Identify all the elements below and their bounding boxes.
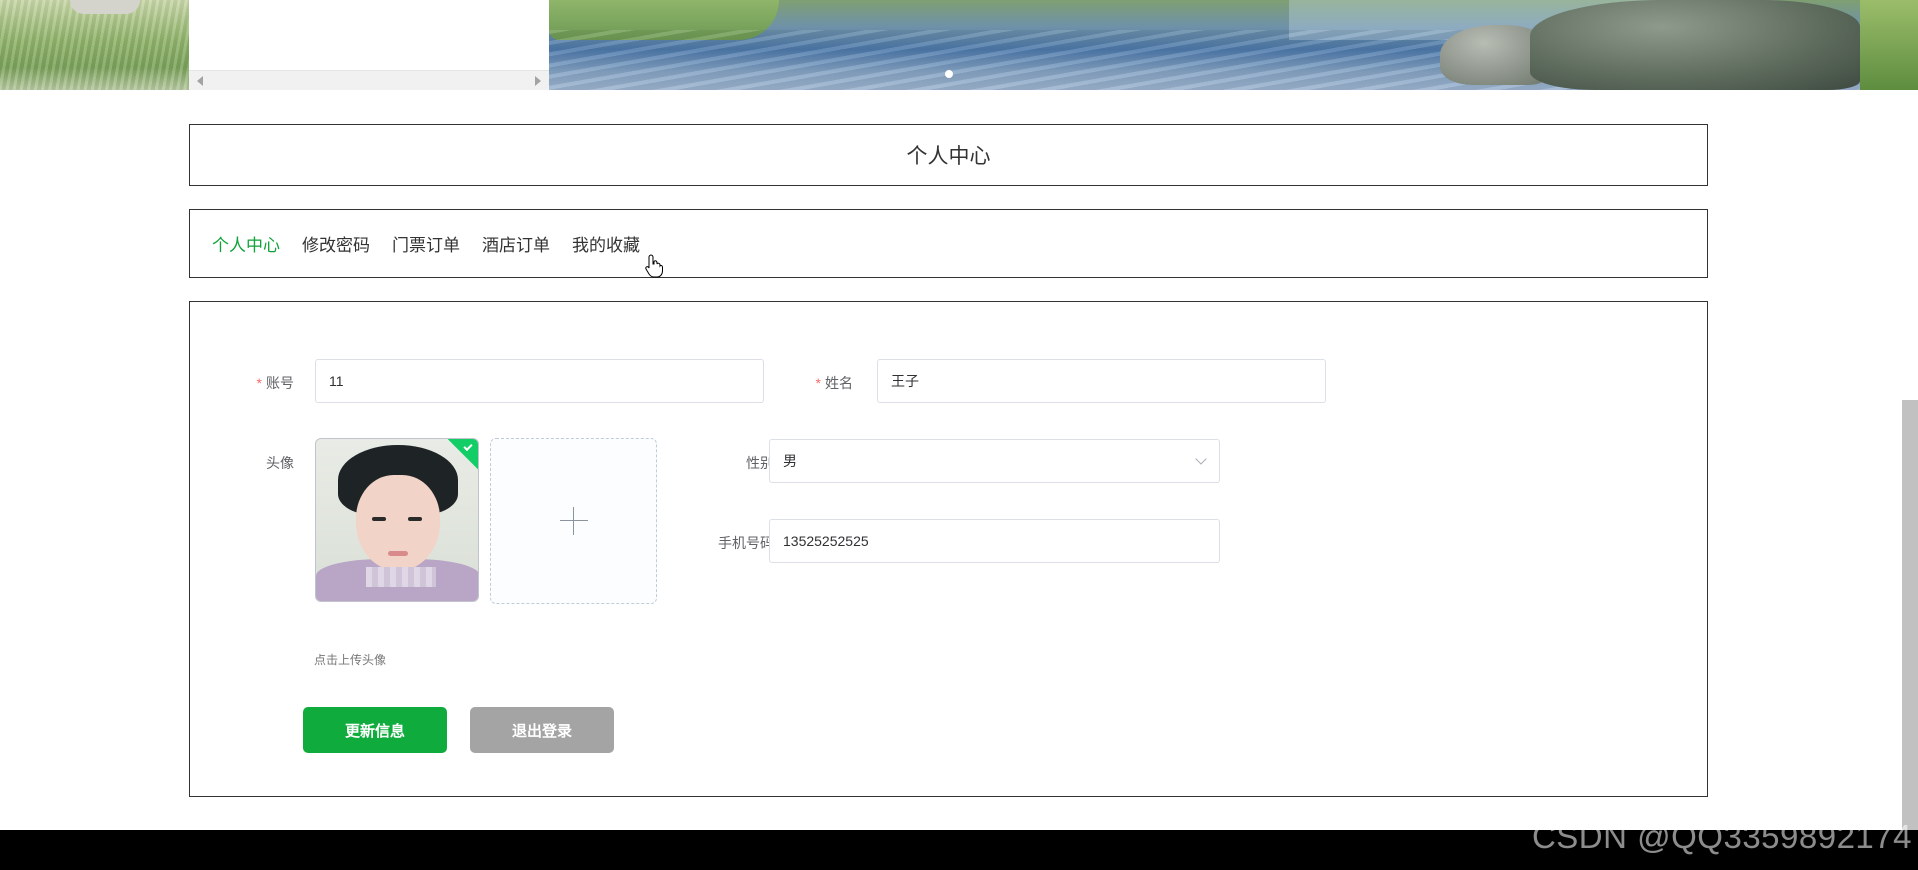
phone-label: 手机号码 <box>718 535 774 551</box>
profile-form: * 账号 11 * 姓名 王子 头像 点击上传头像 性别 男 手机号码 135252… <box>189 301 1708 797</box>
top-banner <box>0 0 1918 90</box>
account-input[interactable]: 11 <box>315 359 764 403</box>
page-title-box: 个人中心 <box>189 124 1708 186</box>
update-info-button[interactable]: 更新信息 <box>303 707 447 753</box>
scroll-left-arrow-icon[interactable] <box>197 76 203 86</box>
avatar-eye <box>408 517 422 521</box>
watermark-text: CSDN @QQ3359892174 <box>1531 818 1912 855</box>
tab-change-password[interactable]: 修改密码 <box>302 231 370 256</box>
scroll-right-arrow-icon[interactable] <box>535 76 541 86</box>
banner-grass-right <box>1860 0 1918 90</box>
name-value: 王子 <box>891 373 919 389</box>
avatar-label: 头像 <box>266 455 294 471</box>
banner-stone <box>70 0 140 14</box>
tab-my-favorites[interactable]: 我的收藏 <box>572 231 640 256</box>
phone-value: 13525252525 <box>783 533 869 549</box>
avatar-upload-button[interactable] <box>490 438 657 604</box>
tab-personal-center[interactable]: 个人中心 <box>212 231 280 256</box>
tab-ticket-orders[interactable]: 门票订单 <box>392 231 460 256</box>
required-asterisk: * <box>815 375 821 391</box>
avatar-preview[interactable] <box>315 438 479 602</box>
carousel-indicator-dot[interactable] <box>945 70 953 78</box>
gender-select[interactable]: 男 <box>769 439 1220 483</box>
avatar-face <box>356 475 440 571</box>
avatar-lips <box>388 551 408 556</box>
gender-value: 男 <box>783 453 797 469</box>
avatar-mosaic <box>366 567 436 587</box>
gender-label: 性别 <box>746 455 774 471</box>
plus-icon <box>559 507 588 535</box>
page-title: 个人中心 <box>906 145 991 168</box>
account-value: 11 <box>329 373 344 389</box>
tab-hotel-orders[interactable]: 酒店订单 <box>482 231 550 256</box>
phone-input[interactable]: 13525252525 <box>769 519 1220 563</box>
required-asterisk: * <box>256 375 262 391</box>
upload-hint: 点击上传头像 <box>314 653 387 667</box>
account-label: * 账号 <box>256 375 294 391</box>
name-input[interactable]: 王子 <box>877 359 1326 403</box>
logout-button[interactable]: 退出登录 <box>470 707 614 753</box>
hand-cursor-icon <box>645 254 663 278</box>
banner-rock-large <box>1530 0 1860 90</box>
vertical-scrollbar-thumb[interactable] <box>1902 400 1918 830</box>
avatar-eye <box>372 517 386 521</box>
name-label: * 姓名 <box>815 375 853 391</box>
chevron-down-icon <box>1195 453 1207 465</box>
user-center-nav: 个人中心 修改密码 门票订单 酒店订单 我的收藏 <box>189 209 1708 278</box>
horizontal-scrollbar[interactable] <box>189 70 549 90</box>
